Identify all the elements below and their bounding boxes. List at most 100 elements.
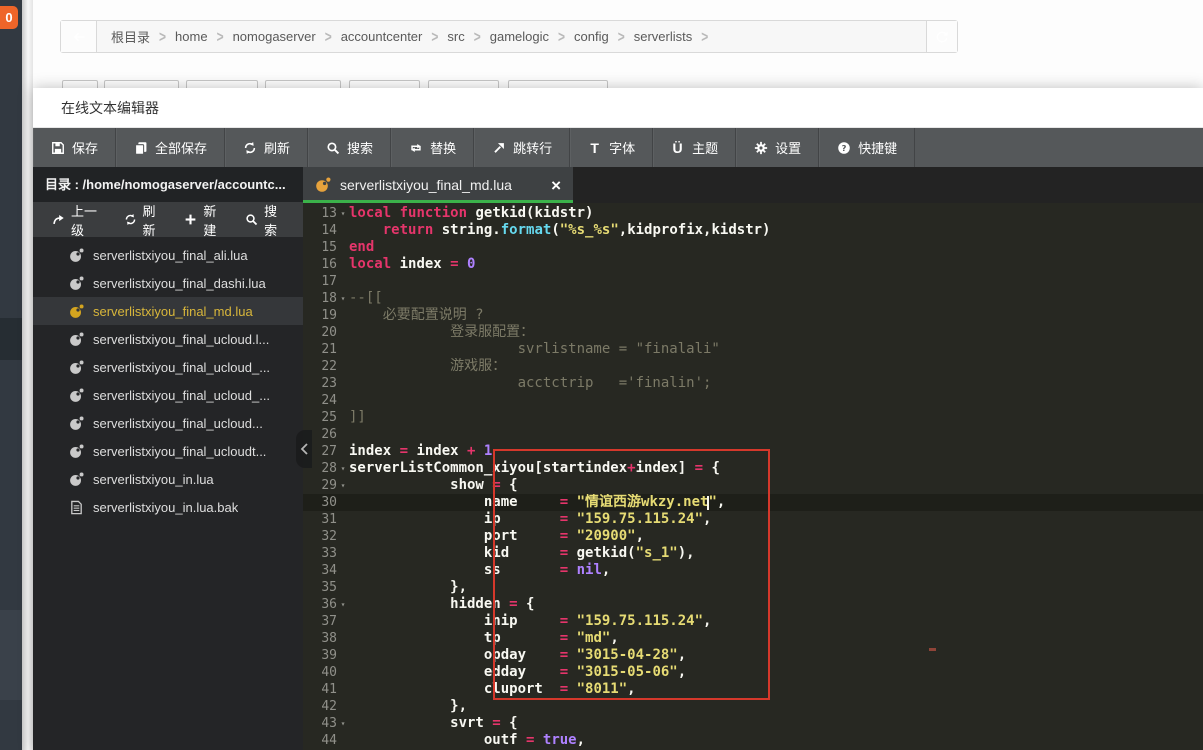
reload-button[interactable] bbox=[926, 21, 957, 52]
file-item[interactable]: serverlistxiyou_final_md.lua bbox=[33, 297, 303, 325]
toolbar-button-shortcuts[interactable]: ? 快捷键 bbox=[819, 128, 916, 167]
sidebar-nav-new[interactable]: 新建 bbox=[175, 202, 232, 238]
breadcrumb-item[interactable]: accountcenter bbox=[341, 29, 423, 44]
file-item[interactable]: serverlistxiyou_in.lua bbox=[33, 465, 303, 493]
fold-toggle-icon[interactable]: ▾ bbox=[337, 477, 349, 494]
fold-toggle-icon[interactable]: ▾ bbox=[337, 596, 349, 613]
code-line[interactable]: 27 index = index + 1 bbox=[303, 443, 1203, 460]
file-item[interactable]: serverlistxiyou_final_ucloud.l... bbox=[33, 325, 303, 353]
toolbar-button-save[interactable]: 保存 bbox=[33, 128, 117, 167]
code-line[interactable]: 33 kid = getkid("s_1"), bbox=[303, 545, 1203, 562]
code-text: acctctrip ='finalin'; bbox=[349, 375, 712, 391]
toolbar-button-replace[interactable]: 替换 bbox=[391, 128, 475, 167]
code-line[interactable]: 20 登录服配置： bbox=[303, 324, 1203, 341]
fold-toggle-icon[interactable]: ▾ bbox=[337, 460, 349, 477]
code-line[interactable]: 42 }, bbox=[303, 698, 1203, 715]
close-icon[interactable]: × bbox=[551, 177, 561, 194]
line-number: 34 bbox=[321, 563, 337, 578]
breadcrumb-item[interactable]: nomogaserver bbox=[233, 29, 316, 44]
file-item[interactable]: serverlistxiyou_final_ucloud_... bbox=[33, 381, 303, 409]
code-text: --[[ bbox=[349, 290, 383, 306]
code-text: return string.format("%s_%s",kidprofix,k… bbox=[382, 222, 771, 238]
code-line[interactable]: 39 opday = "3015-04-28", bbox=[303, 647, 1203, 664]
breadcrumb-separator: > bbox=[216, 27, 224, 46]
code-line[interactable]: 29 ▾ show = { bbox=[303, 477, 1203, 494]
code-line[interactable]: 35 }, bbox=[303, 579, 1203, 596]
breadcrumb: 根目录 > home > nomogaserver > accountcenter > src >… bbox=[60, 20, 958, 53]
toolbar-button-settings[interactable]: 设置 bbox=[736, 128, 820, 167]
code-line[interactable]: 28 ▾ serverListCommon_xiyou[startindex+ind… bbox=[303, 460, 1203, 477]
chevron-left-icon bbox=[300, 443, 308, 455]
rail-gap bbox=[22, 0, 33, 750]
file-sidebar: 目录 : /home/nomogaserver/accountc... 上一级 刷… bbox=[33, 167, 303, 750]
code-line[interactable]: 13 ▾ local function getkid(kidstr) bbox=[303, 205, 1203, 222]
toolbar-button-label: 搜索 bbox=[347, 141, 374, 156]
sidebar-nav-label: 上一级 bbox=[71, 203, 98, 238]
code-line[interactable]: 44 outf = true, bbox=[303, 732, 1203, 749]
file-item[interactable]: serverlistxiyou_final_ucloud_... bbox=[33, 353, 303, 381]
breadcrumb-item[interactable]: config bbox=[574, 29, 609, 44]
code-line[interactable]: 37 inip = "159.75.115.24", bbox=[303, 613, 1203, 630]
fold-toggle-icon[interactable]: ▾ bbox=[337, 205, 349, 222]
code-text: 游戏服： bbox=[349, 358, 507, 374]
fold-toggle-icon[interactable]: ▾ bbox=[337, 715, 349, 732]
collapsed-left-sidebar[interactable]: 0 bbox=[0, 0, 22, 750]
code-line[interactable]: 26 bbox=[303, 426, 1203, 443]
code-line[interactable]: 24 bbox=[303, 392, 1203, 409]
file-name: serverlistxiyou_final_md.lua bbox=[93, 303, 253, 319]
sidebar-nav-refresh[interactable]: 刷新 bbox=[115, 202, 172, 238]
file-item[interactable]: serverlistxiyou_final_ali.lua bbox=[33, 241, 303, 269]
code-line[interactable]: 17 bbox=[303, 273, 1203, 290]
code-line[interactable]: 14 return string.format("%s_%s",kidprofi… bbox=[303, 222, 1203, 239]
code-line[interactable]: 22 游戏服： bbox=[303, 358, 1203, 375]
toolbar-button-font[interactable]: T 字体 bbox=[570, 128, 654, 167]
breadcrumb-items: 根目录 > home > nomogaserver > accountcenter > src >… bbox=[97, 21, 926, 52]
breadcrumb-item[interactable]: serverlists bbox=[634, 29, 693, 44]
code-line[interactable]: 15 end bbox=[303, 239, 1203, 256]
font-icon: T bbox=[590, 139, 599, 156]
fold-toggle-icon[interactable]: ▾ bbox=[337, 290, 349, 307]
toolbar-button-refresh[interactable]: 刷新 bbox=[225, 128, 309, 167]
file-item[interactable]: serverlistxiyou_final_ucloudt... bbox=[33, 437, 303, 465]
toolbar-button-theme[interactable]: Ü 主题 bbox=[653, 128, 737, 167]
modal-title: 在线文本编辑器 bbox=[61, 100, 159, 116]
editor-modal: 在线文本编辑器 保存 全部保存 刷新 搜索 替换 跳转行 T 字体 Ü 主题 设置? 快捷键 目录 :… bbox=[33, 88, 1203, 750]
tab-serverlistxiyou-final-md[interactable]: serverlistxiyou_final_md.lua × bbox=[303, 167, 573, 203]
code-line[interactable]: 36 ▾ hidden = { bbox=[303, 596, 1203, 613]
line-number: 15 bbox=[321, 240, 337, 255]
code-line[interactable]: 16 local index = 0 bbox=[303, 256, 1203, 273]
file-item[interactable]: serverlistxiyou_final_dashi.lua bbox=[33, 269, 303, 297]
code-line[interactable]: 32 port = "20900", bbox=[303, 528, 1203, 545]
file-item[interactable]: serverlistxiyou_in.lua.bak bbox=[33, 493, 303, 521]
code-line[interactable]: 43 ▾ svrt = { bbox=[303, 715, 1203, 732]
lua-file-icon bbox=[69, 303, 84, 319]
sidebar-nav-search[interactable]: 搜索 bbox=[236, 202, 293, 238]
sidebar-collapse-handle[interactable] bbox=[296, 430, 312, 468]
code-line[interactable]: 21 svrlistname = "finalali" bbox=[303, 341, 1203, 358]
breadcrumb-item[interactable]: gamelogic bbox=[490, 29, 549, 44]
toolbar-button-label: 设置 bbox=[775, 141, 802, 156]
file-item[interactable]: serverlistxiyou_final_ucloud... bbox=[33, 409, 303, 437]
code-line[interactable]: 23 acctctrip ='finalin'; bbox=[303, 375, 1203, 392]
code-line[interactable]: 34 ss = nil, bbox=[303, 562, 1203, 579]
sidebar-nav-up-level[interactable]: 上一级 bbox=[43, 202, 111, 238]
code-line[interactable]: 31 ip = "159.75.115.24", bbox=[303, 511, 1203, 528]
code-line[interactable]: 41 cluport = "8011", bbox=[303, 681, 1203, 698]
directory-path: 目录 : /home/nomogaserver/accountc... bbox=[33, 167, 303, 202]
code-line[interactable]: 38 tp = "md", bbox=[303, 630, 1203, 647]
code-line[interactable]: 40 edday = "3015-05-06", bbox=[303, 664, 1203, 681]
code-line[interactable]: 30 name = "情谊西游wkzy.net", bbox=[303, 494, 1203, 511]
back-button[interactable] bbox=[61, 21, 97, 52]
code-line[interactable]: 18 ▾ --[[ bbox=[303, 290, 1203, 307]
code-line[interactable]: 19 必要配置说明 ? bbox=[303, 307, 1203, 324]
code-editor[interactable]: 13 ▾ local function getkid(kidstr) 14 retur… bbox=[303, 203, 1203, 750]
toolbar-button-save-all[interactable]: 全部保存 bbox=[116, 128, 226, 167]
breadcrumb-item[interactable]: home bbox=[175, 29, 208, 44]
breadcrumb-item[interactable]: src bbox=[447, 29, 464, 44]
code-line[interactable]: 25]] bbox=[303, 409, 1203, 426]
toolbar-button-goto-line[interactable]: 跳转行 bbox=[474, 128, 571, 167]
modal-body: 目录 : /home/nomogaserver/accountc... 上一级 刷… bbox=[33, 167, 1203, 750]
toolbar-button-search[interactable]: 搜索 bbox=[308, 128, 392, 167]
breadcrumb-item[interactable]: 根目录 bbox=[111, 27, 150, 46]
gear-icon bbox=[753, 140, 768, 155]
